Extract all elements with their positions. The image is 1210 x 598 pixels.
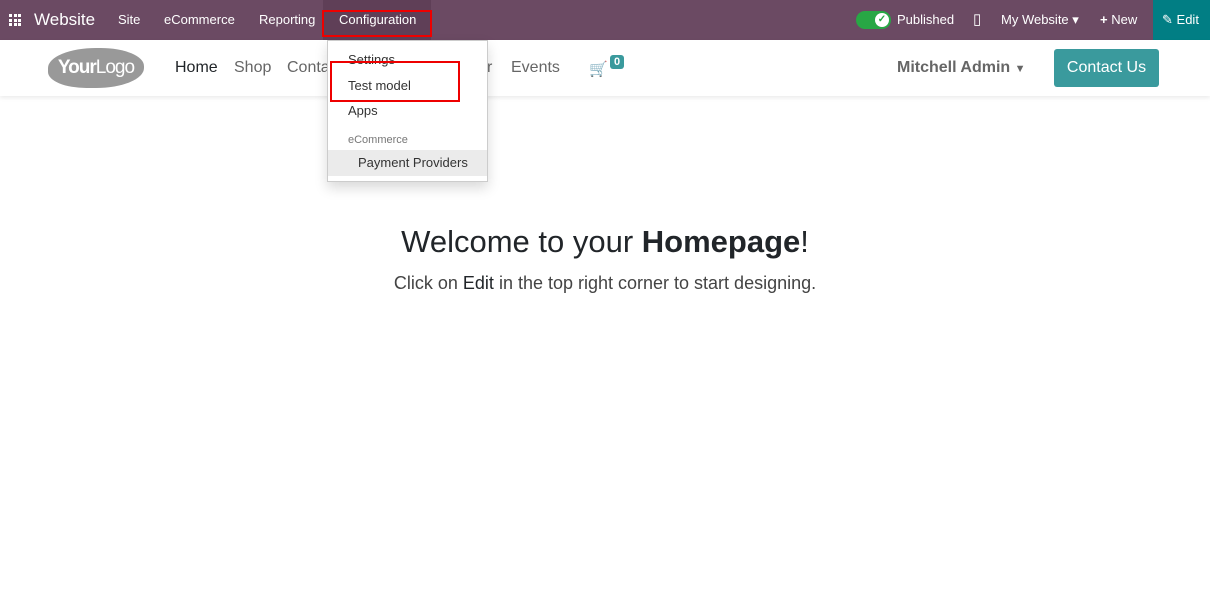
new-label: New — [1111, 12, 1138, 27]
contact-us-button[interactable]: Contact Us — [1054, 49, 1159, 87]
dropdown-item-test-model[interactable]: Test model — [348, 78, 411, 93]
website-header: YourLogo Home Shop Conta r Events 🛒 0 Mi… — [0, 40, 1210, 96]
menu-configuration[interactable]: Configuration — [323, 0, 431, 40]
welcome-heading: Welcome to your Homepage! — [401, 224, 809, 259]
edit-button[interactable]: ✎ Edit — [1153, 0, 1210, 40]
nav-shop[interactable]: Shop — [234, 40, 271, 96]
nav-home[interactable]: Home — [175, 40, 218, 96]
cart-count-badge: 0 — [610, 55, 625, 69]
website-label: My Website — [1001, 12, 1069, 27]
nav-events[interactable]: Events — [511, 40, 560, 96]
menu-reporting[interactable]: Reporting — [259, 0, 315, 40]
apps-grid-icon[interactable] — [9, 14, 21, 26]
edit-label: Edit — [1176, 12, 1199, 27]
top-menu-bar: Website Site eCommerce Reporting Configu… — [0, 0, 1210, 40]
configuration-dropdown: Settings Test model Apps eCommerce Payme… — [327, 40, 488, 182]
dropdown-item-payment-providers[interactable]: Payment Providers — [328, 150, 487, 176]
pencil-icon: ✎ — [1162, 12, 1173, 27]
dropdown-item-apps[interactable]: Apps — [348, 103, 378, 118]
plus-icon: + — [1100, 12, 1108, 27]
nav-contact[interactable]: Conta — [287, 40, 330, 96]
dropdown-item-settings[interactable]: Settings — [348, 52, 395, 67]
menu-ecommerce[interactable]: eCommerce — [164, 0, 235, 40]
user-name: Mitchell Admin — [897, 59, 1011, 76]
welcome-subtext: Click on Edit in the top right corner to… — [393, 273, 817, 293]
dropdown-section-ecommerce: eCommerce — [348, 134, 408, 146]
app-title[interactable]: Website — [34, 0, 95, 40]
caret-down-icon: ▼ — [1014, 63, 1026, 75]
menu-site[interactable]: Site — [118, 0, 140, 40]
logo[interactable]: YourLogo — [48, 48, 144, 88]
published-label: Published — [897, 12, 955, 27]
mobile-preview-icon[interactable]: ▯ — [973, 0, 981, 40]
cart-icon[interactable]: 🛒 — [589, 60, 608, 78]
user-menu[interactable]: Mitchell Admin ▼ — [897, 40, 1026, 97]
published-toggle[interactable] — [856, 11, 891, 29]
new-button[interactable]: + New — [1100, 0, 1137, 40]
website-switcher[interactable]: My Website ▾ — [1001, 0, 1079, 40]
